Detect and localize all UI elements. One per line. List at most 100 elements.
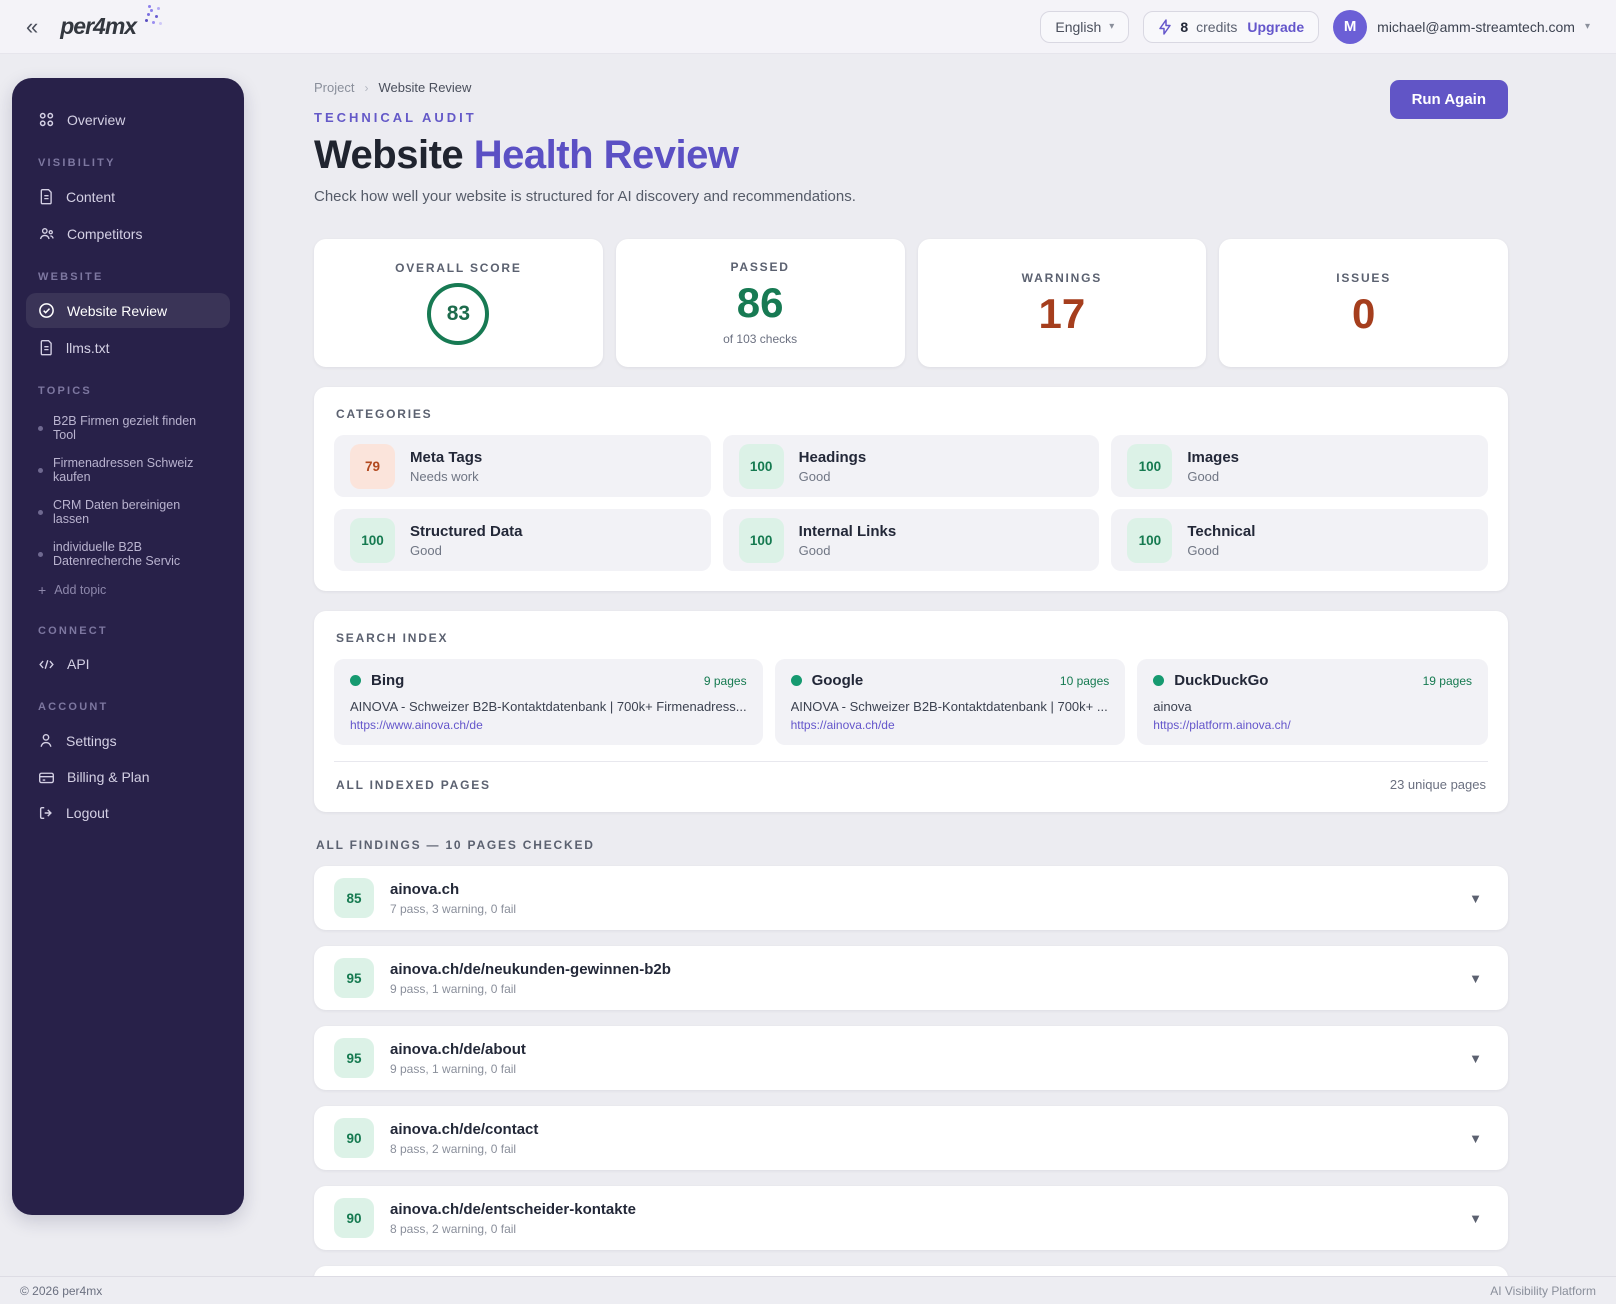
search-index-label: SEARCH INDEX [336, 631, 449, 645]
topic-label: CRM Daten bereinigen lassen [53, 498, 181, 526]
topic-label: individuelle B2B Datenrecherche Servic [53, 540, 181, 568]
engine-name: DuckDuckGo [1174, 672, 1269, 689]
finding-row[interactable]: 90 ainova.ch/de/contact 8 pass, 2 warnin… [314, 1106, 1508, 1170]
category-name: Images [1187, 448, 1240, 466]
sidebar-item-api[interactable]: API [26, 647, 230, 681]
search-index-panel: SEARCH INDEX Bing 9 pages AINOVA - Schwe… [314, 611, 1508, 812]
sidebar-item-website-review[interactable]: Website Review [26, 293, 230, 328]
expand-caret-icon[interactable]: ▼ [1469, 891, 1482, 906]
expand-caret-icon[interactable]: ▼ [1469, 1131, 1482, 1146]
category-tile-meta-tags[interactable]: 79 Meta Tags Needs work [334, 435, 711, 497]
sidebar-item-billing[interactable]: Billing & Plan [26, 760, 230, 794]
sidebar-item-competitors[interactable]: Competitors [26, 216, 230, 251]
upgrade-link[interactable]: Upgrade [1247, 19, 1304, 35]
language-select[interactable]: English ▾ [1040, 10, 1130, 43]
footer: © 2026 per4mx AI Visibility Platform [0, 1276, 1616, 1304]
category-tile-images[interactable]: 100 Images Good [1111, 435, 1488, 497]
sidebar-item-logout[interactable]: Logout [26, 796, 230, 830]
run-again-button[interactable]: Run Again [1389, 80, 1508, 119]
sidebar-item-label: API [67, 656, 90, 672]
engine-tile-bing[interactable]: Bing 9 pages AINOVA - Schweizer B2B-Kont… [334, 659, 763, 745]
category-name: Technical [1187, 522, 1256, 540]
chevron-down-icon: ▾ [1584, 21, 1590, 32]
finding-row[interactable]: 85 ainova.ch 7 pass, 3 warning, 0 fail ▼ [314, 866, 1508, 930]
engine-pages-count: 19 pages [1422, 673, 1472, 688]
sidebar-topic-item[interactable]: individuelle B2B Datenrecherche Servic [26, 533, 230, 575]
chevrons-left-icon: « [26, 13, 39, 39]
finding-sub: 7 pass, 3 warning, 0 fail [390, 901, 517, 916]
category-score-badge: 100 [350, 517, 395, 563]
category-tile-headings[interactable]: 100 Headings Good [722, 435, 1100, 497]
footer-platform-label: AI Visibility Platform [1490, 1283, 1596, 1298]
sidebar-collapse-button[interactable]: « [20, 14, 44, 40]
sidebar-item-overview[interactable]: Overview [26, 102, 230, 137]
sidebar-item-label: Website Review [67, 302, 168, 319]
finding-score-badge: 90 [334, 1118, 374, 1158]
category-score-badge: 79 [350, 443, 395, 489]
sidebar: Overview Visibility Content Competitors … [12, 78, 244, 1215]
score-ring: 83 [427, 283, 490, 345]
all-indexed-pages-row[interactable]: ALL INDEXED PAGES 23 unique pages [334, 761, 1488, 792]
finding-title: ainova.ch [390, 880, 460, 898]
grid-icon [39, 112, 54, 127]
finding-title: ainova.ch/de/neukunden-gewinnen-b2b [390, 960, 671, 978]
sidebar-item-label: Content [66, 188, 116, 205]
warnings-card: WARNINGS 17 [917, 239, 1207, 367]
finding-row[interactable]: 90 ainova.ch/de/entscheider-kontakte 8 p… [314, 1186, 1508, 1250]
category-tile-technical[interactable]: 100 Technical Good [1111, 509, 1488, 571]
credits-count: 8 [1180, 18, 1189, 35]
plus-icon: + [38, 582, 47, 598]
finding-sub: 8 pass, 2 warning, 0 fail [390, 1141, 517, 1156]
sidebar-topic-item[interactable]: B2B Firmen gezielt finden Tool [26, 407, 230, 449]
expand-caret-icon[interactable]: ▼ [1469, 1051, 1482, 1066]
passed-value: 86 [736, 279, 784, 326]
bullet-dot-icon [38, 551, 43, 557]
engine-pages-count: 10 pages [1059, 673, 1110, 688]
sidebar-item-llms-txt[interactable]: llms.txt [26, 330, 230, 365]
engine-result-url[interactable]: https://platform.ainova.ch/ [1153, 718, 1472, 732]
sidebar-topic-item[interactable]: CRM Daten bereinigen lassen [26, 491, 230, 533]
score-label: OVERALL SCORE [395, 261, 522, 275]
sidebar-item-label: Settings [66, 732, 117, 749]
check-circle-icon [39, 303, 54, 318]
category-name: Internal Links [798, 522, 897, 540]
add-topic-button[interactable]: + Add topic [26, 575, 230, 605]
overall-score-card: OVERALL SCORE 83 [314, 239, 603, 367]
engine-result-url[interactable]: https://ainova.ch/de [791, 718, 1110, 732]
finding-score-badge: 85 [334, 878, 374, 918]
category-status: Good [798, 468, 831, 484]
finding-row[interactable]: 95 ainova.ch/de/about 9 pass, 1 warning,… [314, 1026, 1508, 1090]
user-email: michael@amm-streamtech.com [1377, 18, 1575, 35]
finding-score-badge: 95 [334, 958, 374, 998]
sidebar-item-settings[interactable]: Settings [26, 723, 230, 758]
engine-tile-google[interactable]: Google 10 pages AINOVA - Schweizer B2B-K… [774, 659, 1126, 745]
breadcrumb: Project › Website Review [314, 80, 856, 95]
engine-result-url[interactable]: https://www.ainova.ch/de [350, 718, 747, 732]
expand-caret-icon[interactable]: ▼ [1469, 1211, 1482, 1226]
status-dot-icon [350, 675, 361, 686]
score-label: ISSUES [1336, 271, 1392, 285]
sidebar-section-visibility: Visibility [38, 157, 116, 169]
category-tile-internal-links[interactable]: 100 Internal Links Good [722, 509, 1100, 571]
engine-name: Bing [371, 672, 405, 689]
sidebar-section-account: Account [38, 701, 109, 713]
category-status: Needs work [410, 468, 479, 484]
credits-pill[interactable]: 8 credits Upgrade [1143, 10, 1320, 43]
sidebar-topic-item[interactable]: Firmenadressen Schweiz kaufen [26, 449, 230, 491]
category-score-badge: 100 [738, 517, 784, 563]
breadcrumb-project[interactable]: Project [314, 80, 354, 95]
engine-tile-duckduckgo[interactable]: DuckDuckGo 19 pages ainova https://platf… [1137, 659, 1488, 745]
user-menu[interactable]: M michael@amm-streamtech.com ▾ [1333, 9, 1590, 44]
engine-pages-count: 9 pages [703, 673, 747, 688]
status-dot-icon [1153, 675, 1165, 686]
expand-caret-icon[interactable]: ▼ [1469, 971, 1482, 986]
top-bar: « per4mx English ▾ 8 credits Upgrade M m… [0, 0, 1616, 54]
finding-row[interactable]: 95 ainova.ch/de/neukunden-gewinnen-b2b 9… [314, 946, 1508, 1010]
category-tile-structured-data[interactable]: 100 Structured Data Good [334, 509, 711, 571]
sidebar-section-connect: Connect [38, 625, 108, 637]
finding-score-badge: 95 [334, 1038, 374, 1078]
warnings-value: 17 [1038, 290, 1086, 337]
finding-title: ainova.ch/de/contact [390, 1120, 539, 1138]
finding-title: ainova.ch/de/about [390, 1040, 526, 1058]
sidebar-item-content[interactable]: Content [26, 179, 230, 214]
